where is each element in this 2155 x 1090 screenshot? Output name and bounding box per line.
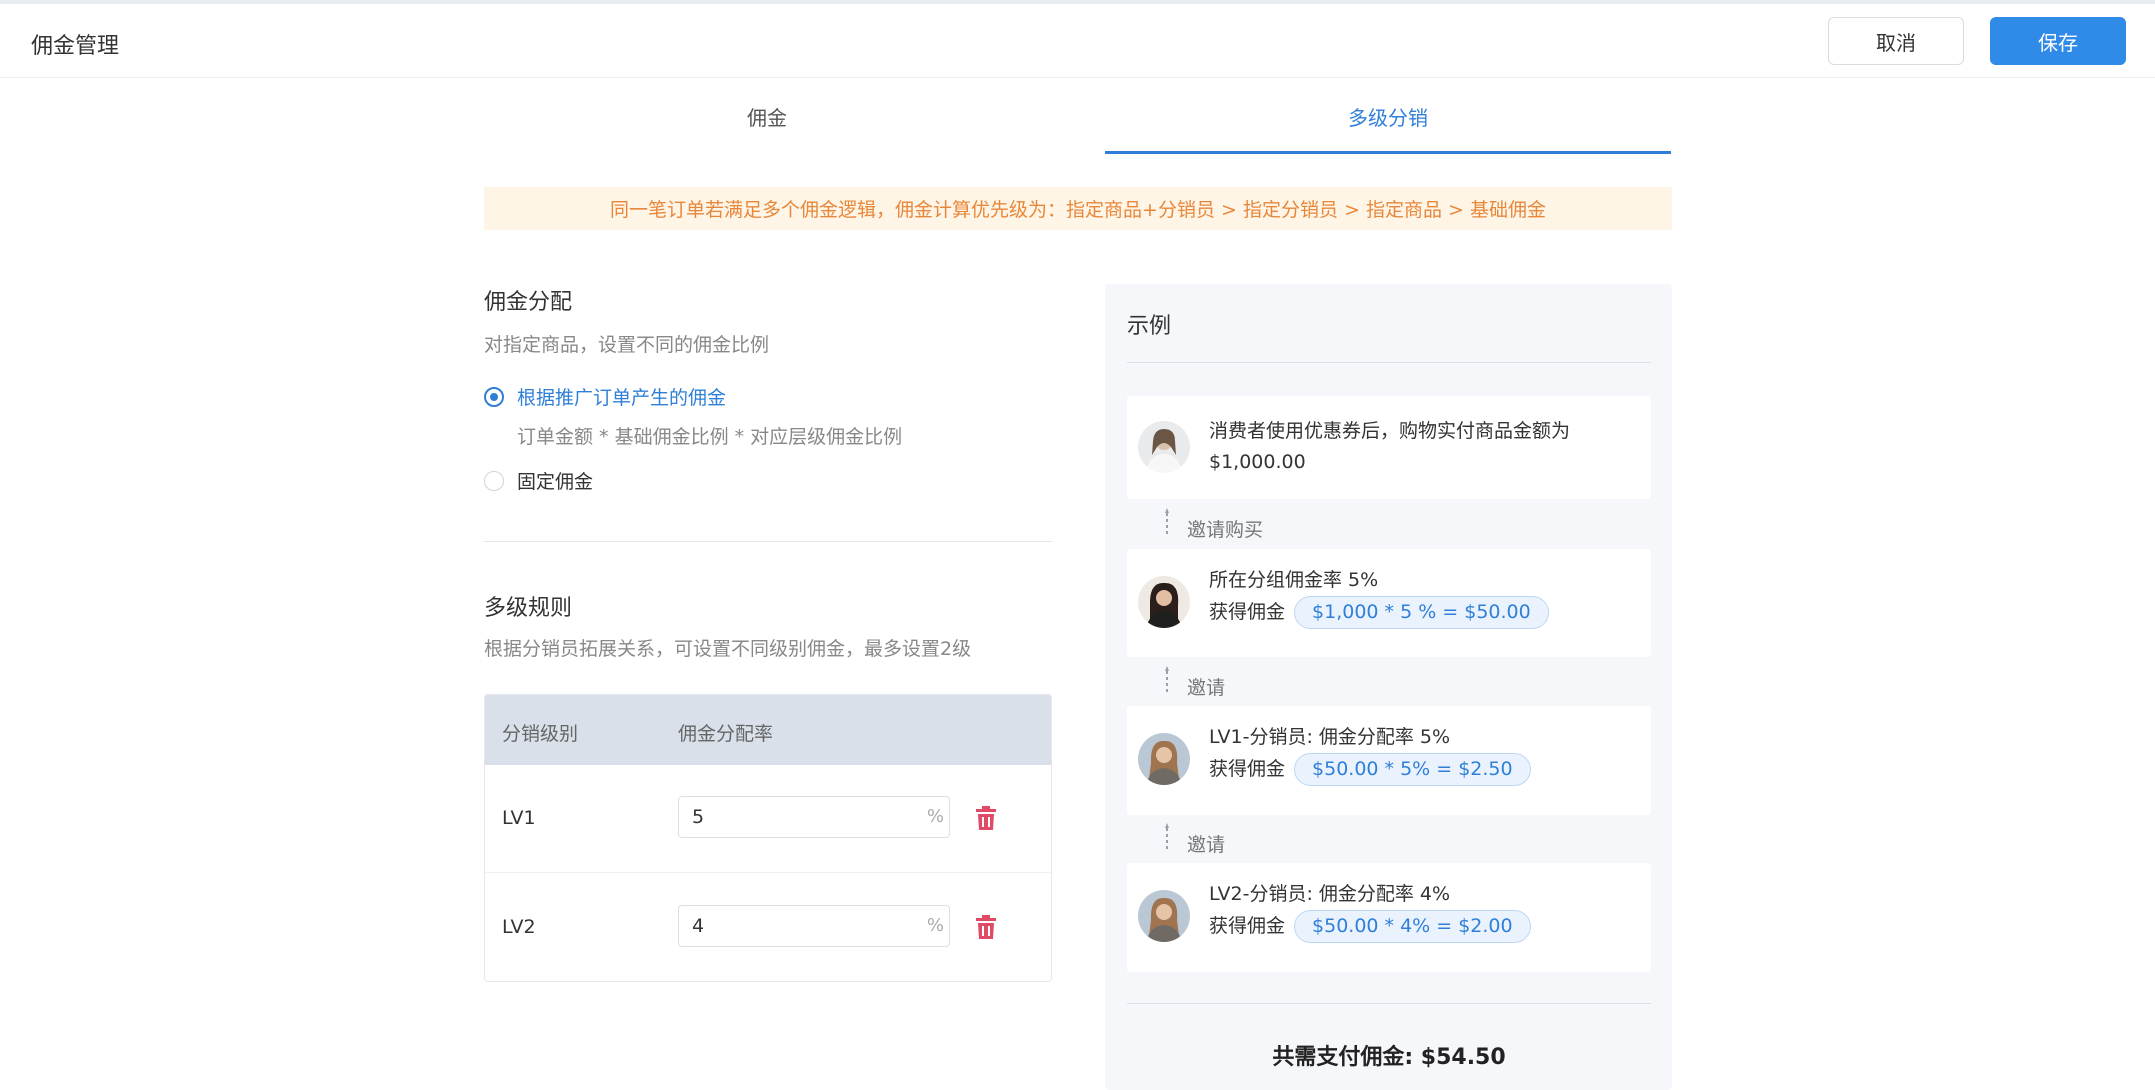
table-header: 分销级别 佣金分配率 <box>485 695 1051 765</box>
rules-title: 多级规则 <box>484 596 573 621</box>
group-text: 所在分组佣金率 5% 获得佣金 $1,000 * 5 % = $50.00 <box>1209 565 1549 629</box>
tab-multilevel-distribution[interactable]: 多级分销 <box>1105 78 1671 154</box>
radio-order-commission-label: 根据推广订单产生的佣金 <box>517 387 727 409</box>
lv2-rate: LV2-分销员: 佣金分配率 4% <box>1209 883 1451 905</box>
radio-fixed-commission-label: 固定佣金 <box>517 471 594 493</box>
avatar <box>1138 890 1190 942</box>
radio-checked-icon[interactable] <box>484 386 504 407</box>
level-rules-table: 分销级别 佣金分配率 LV1 % LV2 % <box>484 694 1052 982</box>
avatar <box>1138 421 1190 473</box>
allocation-section: 佣金分配 对指定商品，设置不同的佣金比例 根据推广订单产生的佣金 订单金额 * … <box>484 284 1052 493</box>
table-row: LV1 % <box>485 765 1051 873</box>
group-rate: 所在分组佣金率 5% <box>1209 569 1379 591</box>
priority-notice: 同一笔订单若满足多个佣金逻辑，佣金计算优先级为：指定商品+分销员 > 指定分销员… <box>484 187 1672 230</box>
rate-input-lv1[interactable] <box>679 797 909 837</box>
total-commission: 共需支付佣金: $54.50 <box>1272 1045 1506 1070</box>
lv1-text: LV1-分销员: 佣金分配率 5% 获得佣金 $50.00 * 5% = $2.… <box>1209 722 1531 786</box>
example-title: 示例 <box>1127 314 1172 339</box>
radio-fixed-commission[interactable]: 固定佣金 <box>484 467 593 494</box>
lv2-card: LV2-分销员: 佣金分配率 4% 获得佣金 $50.00 * 4% = $2.… <box>1127 863 1651 972</box>
column-header-rate: 佣金分配率 <box>678 723 774 745</box>
level-label: LV2 <box>502 916 536 938</box>
connector-arrow-icon <box>1165 822 1169 852</box>
connector-arrow-icon <box>1165 665 1169 695</box>
rules-desc: 根据分销员拓展关系，可设置不同级别佣金，最多设置2级 <box>484 638 972 660</box>
save-button[interactable]: 保存 <box>1990 17 2126 65</box>
trash-icon[interactable] <box>975 915 997 939</box>
example-divider <box>1127 362 1651 363</box>
percent-unit: % <box>926 915 944 936</box>
avatar <box>1138 733 1190 785</box>
section-divider <box>484 541 1052 542</box>
earn-label: 获得佣金 <box>1209 758 1286 780</box>
page-title: 佣金管理 <box>31 34 120 59</box>
lv2-formula-badge: $50.00 * 4% = $2.00 <box>1294 910 1531 943</box>
radio-order-commission[interactable]: 根据推广订单产生的佣金 <box>484 383 726 410</box>
example-panel: 示例 消费者使用优惠券后，购物实付商品金额为 $1,000.00 邀请购买 所在… <box>1105 284 1672 1090</box>
percent-unit: % <box>926 806 944 827</box>
consumer-amount: $1,000.00 <box>1209 451 1306 473</box>
lv2-text: LV2-分销员: 佣金分配率 4% 获得佣金 $50.00 * 4% = $2.… <box>1209 879 1531 943</box>
rate-input-wrapper: % <box>678 796 950 838</box>
allocation-title: 佣金分配 <box>484 290 573 315</box>
lv2-earn-row: 获得佣金 $50.00 * 4% = $2.00 <box>1209 910 1531 943</box>
rate-input-wrapper: % <box>678 905 950 947</box>
tab-commission[interactable]: 佣金 <box>484 78 1050 154</box>
earn-label: 获得佣金 <box>1209 915 1286 937</box>
lv1-rate: LV1-分销员: 佣金分配率 5% <box>1209 726 1451 748</box>
lv1-formula-badge: $50.00 * 5% = $2.50 <box>1294 753 1531 786</box>
connector-arrow-icon <box>1165 507 1169 537</box>
lv1-card: LV1-分销员: 佣金分配率 5% 获得佣金 $50.00 * 5% = $2.… <box>1127 706 1651 815</box>
group-formula-badge: $1,000 * 5 % = $50.00 <box>1294 596 1549 629</box>
consumer-text: 消费者使用优惠券后，购物实付商品金额为 $1,000.00 <box>1209 416 1570 478</box>
cancel-button[interactable]: 取消 <box>1828 17 1964 65</box>
table-row: LV2 % <box>485 874 1051 981</box>
invite-label: 邀请 <box>1187 677 1226 699</box>
radio-unchecked-icon[interactable] <box>484 470 504 491</box>
lv1-earn-row: 获得佣金 $50.00 * 5% = $2.50 <box>1209 753 1531 786</box>
avatar <box>1138 576 1190 628</box>
column-header-level: 分销级别 <box>502 723 579 745</box>
consumer-card: 消费者使用优惠券后，购物实付商品金额为 $1,000.00 <box>1127 396 1651 499</box>
invite-label: 邀请 <box>1187 834 1226 856</box>
consumer-line1: 消费者使用优惠券后，购物实付商品金额为 <box>1209 420 1571 442</box>
invite-buy-label: 邀请购买 <box>1187 519 1264 541</box>
rate-input-lv2[interactable] <box>679 906 909 946</box>
radio-order-commission-sub: 订单金额 * 基础佣金比例 * 对应层级佣金比例 <box>517 426 903 448</box>
tab-bar: 佣金 多级分销 <box>484 78 1672 154</box>
level-label: LV1 <box>502 807 536 829</box>
trash-icon[interactable] <box>975 806 997 830</box>
group-card: 所在分组佣金率 5% 获得佣金 $1,000 * 5 % = $50.00 <box>1127 549 1651 657</box>
group-earn-row: 获得佣金 $1,000 * 5 % = $50.00 <box>1209 596 1549 629</box>
example-divider <box>1127 1003 1651 1004</box>
earn-label: 获得佣金 <box>1209 601 1286 623</box>
allocation-desc: 对指定商品，设置不同的佣金比例 <box>484 334 770 356</box>
page-header: 佣金管理 取消 保存 <box>0 4 2155 78</box>
